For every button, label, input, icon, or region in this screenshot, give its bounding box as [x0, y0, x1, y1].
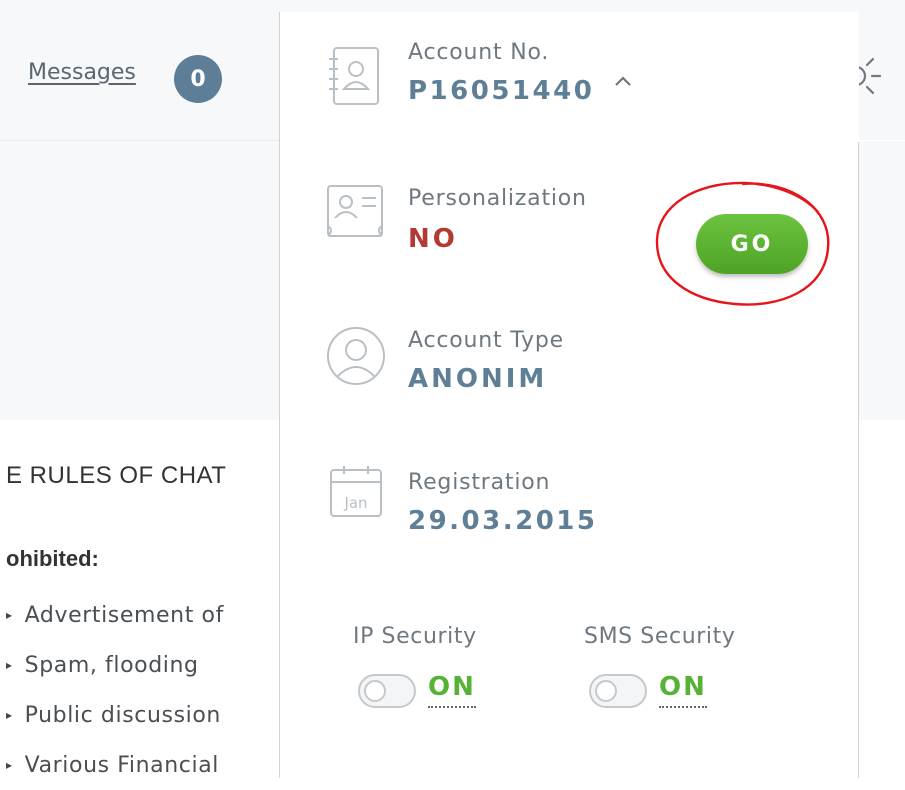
list-item: ▸ Spam, flooding: [6, 652, 199, 678]
id-card-icon: [327, 185, 383, 237]
sms-security-toggle[interactable]: [589, 674, 647, 708]
account-type-value: ANONIM: [408, 364, 548, 394]
calendar-icon: Jan: [330, 466, 382, 517]
ip-security-status[interactable]: ON: [428, 674, 476, 708]
list-item: ▸ Various Financial: [6, 752, 219, 778]
personalization-label: Personalization: [408, 186, 587, 211]
account-number-label: Account No.: [408, 40, 550, 65]
go-button[interactable]: GO: [696, 214, 808, 274]
account-number-value[interactable]: P16051440: [408, 76, 594, 106]
chat-rules-title: E RULES OF CHAT: [6, 462, 227, 489]
address-book-icon: [329, 47, 379, 105]
bullet-icon: ▸: [6, 758, 13, 772]
sms-security-label: SMS Security: [584, 624, 736, 649]
list-item: ▸ Public discussion: [6, 702, 221, 728]
account-type-label: Account Type: [408, 328, 564, 353]
toggle-knob: [364, 680, 386, 702]
personalization-value: NO: [408, 224, 458, 254]
list-item: ▸ Advertisement of: [6, 602, 224, 628]
registration-label: Registration: [408, 470, 551, 495]
ip-security-label: IP Security: [353, 624, 477, 649]
panel-border: [858, 142, 859, 778]
toggle-knob: [595, 680, 617, 702]
chat-rules-prohibited-heading: ohibited:: [6, 546, 99, 571]
bullet-icon: ▸: [6, 658, 13, 672]
ip-security-toggle[interactable]: [358, 674, 416, 708]
svg-text:Jan: Jan: [343, 494, 367, 512]
chevron-up-icon[interactable]: [612, 74, 634, 88]
sms-security-status[interactable]: ON: [659, 674, 707, 708]
user-avatar-icon: [327, 327, 385, 385]
bullet-icon: ▸: [6, 608, 13, 622]
registration-date: 29.03.2015: [408, 506, 598, 536]
account-dropdown-panel: [279, 12, 859, 778]
messages-link[interactable]: Messages: [28, 60, 136, 85]
chat-rules-list: ▸ Advertisement of ▸ Spam, flooding ▸ Publi…: [6, 590, 276, 790]
bullet-icon: ▸: [6, 708, 13, 722]
messages-count-badge[interactable]: 0: [174, 55, 222, 103]
